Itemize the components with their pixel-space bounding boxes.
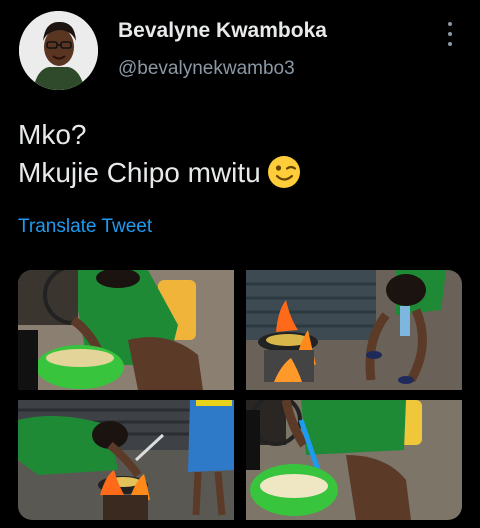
photo-2[interactable] xyxy=(246,270,462,390)
tweet-line-1: Mko? xyxy=(18,119,87,150)
winking-face-icon xyxy=(267,155,301,189)
photo-1[interactable] xyxy=(18,270,234,390)
photo-3[interactable] xyxy=(18,400,234,520)
tweet-line-2-text: Mkujie Chipo mwitu xyxy=(18,157,261,188)
media-grid xyxy=(18,270,462,520)
tweet-line-2: Mkujie Chipo mwitu xyxy=(18,154,301,192)
profile-photo-icon xyxy=(19,11,98,90)
display-name[interactable]: Bevalyne Kwamboka xyxy=(118,19,327,43)
translate-tweet-link[interactable]: Translate Tweet xyxy=(18,216,152,238)
tweet-text: Mko? Mkujie Chipo mwitu xyxy=(18,116,301,192)
avatar[interactable] xyxy=(19,11,98,90)
more-options-icon[interactable] xyxy=(442,22,458,46)
user-handle[interactable]: @bevalynekwambo3 xyxy=(118,58,295,80)
photo-4[interactable] xyxy=(246,400,462,520)
